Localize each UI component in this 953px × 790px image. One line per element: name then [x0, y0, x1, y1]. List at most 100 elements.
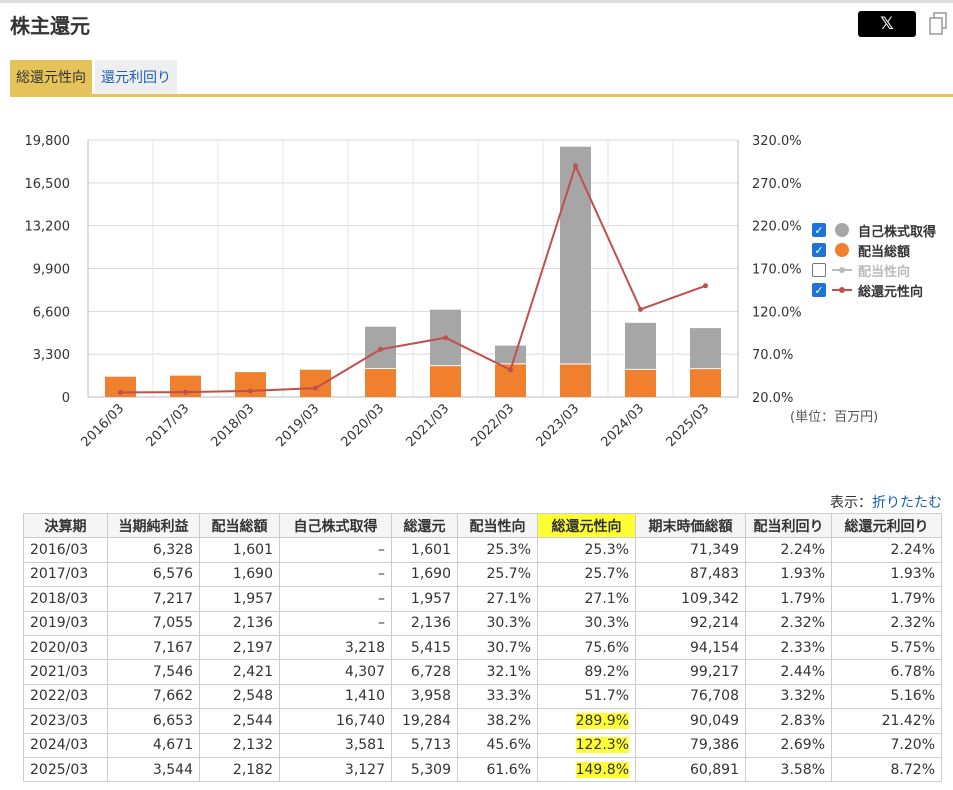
point-total-payout-ratio — [378, 346, 383, 352]
column-header: 自己株式取得 — [279, 512, 392, 539]
table-cell: 5,415 — [391, 634, 458, 661]
table-cell: 2,182 — [199, 756, 280, 783]
column-header: 総還元性向 — [537, 512, 636, 539]
table-cell: 45.6% — [457, 732, 538, 758]
y-left-tick-label: 9,900 — [33, 263, 70, 278]
table-cell: 21.42% — [831, 708, 942, 734]
column-header: 決算期 — [23, 512, 108, 539]
table-cell: – — [279, 610, 392, 636]
table-cell: 25.3% — [537, 537, 636, 563]
checkbox-checked-icon[interactable]: ✓ — [812, 283, 826, 297]
y-left-tick-label: 6,600 — [33, 305, 70, 320]
table-cell: 61.6% — [457, 756, 538, 783]
table-cell: 94,154 — [635, 634, 746, 661]
table-cell: 75.6% — [537, 634, 636, 661]
copy-icon[interactable] — [928, 12, 948, 36]
chart-legend: ✓ 自己株式取得 ✓ 配当総額 配当性向 ✓ 総還元性向 — [812, 220, 936, 300]
checkbox-unchecked-icon[interactable] — [812, 263, 826, 277]
table-cell: 76,708 — [635, 683, 746, 710]
table-row: 2025/03 3,544 2,182 3,127 5,309 61.6% 149.8% 60… — [23, 756, 942, 783]
table-cell: 3,218 — [279, 634, 392, 661]
y-right-tick-label: 20.0% — [752, 391, 793, 406]
y-right-tick-label: 270.0% — [752, 177, 802, 192]
legend-swatch-dividend — [835, 243, 849, 257]
table-cell: 30.3% — [537, 610, 636, 636]
table-cell: 5.16% — [831, 683, 942, 710]
table-cell: 1.93% — [831, 561, 942, 588]
table-cell: 3.58% — [745, 756, 832, 783]
bar-dividend — [300, 369, 331, 397]
legend-item-dividend[interactable]: ✓ 配当総額 — [812, 240, 936, 260]
y-left-tick-label: 13,200 — [25, 220, 71, 235]
unit-label: (単位：百万円) — [790, 410, 879, 425]
table-cell: 2,132 — [199, 732, 280, 758]
table-cell: 3,958 — [391, 683, 458, 710]
table-cell: 7,167 — [107, 634, 200, 661]
y-right-tick-label: 120.0% — [752, 305, 802, 320]
table-cell: 2019/03 — [23, 610, 108, 636]
point-total-payout-ratio — [313, 385, 318, 391]
table-cell: 27.1% — [457, 586, 538, 612]
table-cell: 1,957 — [199, 586, 280, 612]
page-title: 株主還元 — [10, 14, 90, 38]
y-right-tick-label: 70.0% — [752, 348, 793, 363]
collapse-link[interactable]: 折りたたむ — [872, 495, 942, 511]
table-cell: 2016/03 — [23, 537, 108, 563]
tab-return-yield[interactable]: 還元利回り — [95, 60, 177, 94]
table-cell: 2021/03 — [23, 659, 108, 685]
column-header: 期末時価総額 — [635, 512, 746, 539]
table-cell: 71,349 — [635, 537, 746, 563]
table-cell: 25.7% — [457, 561, 538, 588]
legend-label: 配当性向 — [858, 264, 911, 280]
table-cell: 1,690 — [199, 561, 280, 588]
x-tick-label: 2018/03 — [209, 401, 258, 450]
table-cell: 2024/03 — [23, 732, 108, 758]
table-cell: 60,891 — [635, 756, 746, 783]
x-share-button[interactable]: 𝕏 — [858, 11, 916, 37]
table-cell: 6.78% — [831, 659, 942, 685]
bar-dividend — [690, 368, 721, 397]
table-cell: 2,421 — [199, 659, 280, 685]
table-row: 2019/03 7,055 2,136–2,136 30.3% 30.3% 92,214 2… — [23, 610, 942, 636]
table-cell: 25.3% — [457, 537, 538, 563]
table-cell: 32.1% — [457, 659, 538, 685]
table-cell: 2.83% — [745, 708, 832, 734]
table-cell: 4,307 — [279, 659, 392, 685]
point-total-payout-ratio — [183, 389, 188, 395]
table-cell: 3,127 — [279, 756, 392, 783]
table-cell: 2,197 — [199, 634, 280, 661]
table-cell: 1,690 — [391, 561, 458, 588]
table-cell: 38.2% — [457, 708, 538, 734]
tab-total-payout-ratio[interactable]: 総還元性向 — [10, 60, 92, 94]
legend-item-buyback[interactable]: ✓ 自己株式取得 — [812, 220, 936, 240]
checkbox-checked-icon[interactable]: ✓ — [812, 243, 826, 257]
table-cell: 5,713 — [391, 732, 458, 758]
shareholder-return-table: 決算期 当期純利益 配当総額 自己株式取得 総還元 配当性向 総還元性向 期末時価総額 配当利回… — [23, 512, 942, 783]
table-cell: 6,728 — [391, 659, 458, 685]
checkbox-checked-icon[interactable]: ✓ — [812, 223, 826, 237]
table-cell: 1,410 — [279, 683, 392, 710]
bar-buyback — [690, 328, 721, 369]
table-cell: 2,548 — [199, 683, 280, 710]
point-total-payout-ratio — [508, 367, 513, 373]
table-cell: 2.24% — [831, 537, 942, 563]
table-cell: 2.69% — [745, 732, 832, 758]
table-cell: 16,740 — [279, 708, 392, 734]
table-cell: 1,957 — [391, 586, 458, 612]
table-cell: 5,309 — [391, 756, 458, 783]
table-cell: 4,671 — [107, 732, 200, 758]
legend-label: 総還元性向 — [858, 284, 924, 300]
table-body: 2016/03 6,328 1,601–1,601 25.3% 25.3% 71,349 2… — [23, 537, 942, 783]
x-tick-label: 2017/03 — [144, 401, 193, 450]
point-total-payout-ratio — [443, 335, 448, 341]
table-cell: 3,544 — [107, 756, 200, 783]
table-cell: – — [279, 537, 392, 563]
table-cell: 7.20% — [831, 732, 942, 758]
table-cell: 8.72% — [831, 756, 942, 783]
table-cell: 51.7% — [537, 683, 636, 710]
table-row: 2022/03 7,662 2,548 1,410 3,958 33.3% 51.7% 76,… — [23, 683, 942, 710]
legend-item-payout-ratio[interactable]: 配当性向 — [812, 260, 936, 280]
legend-item-total-payout-ratio[interactable]: ✓ 総還元性向 — [812, 280, 936, 300]
table-cell: – — [279, 561, 392, 588]
legend-label: 自己株式取得 — [858, 224, 937, 240]
